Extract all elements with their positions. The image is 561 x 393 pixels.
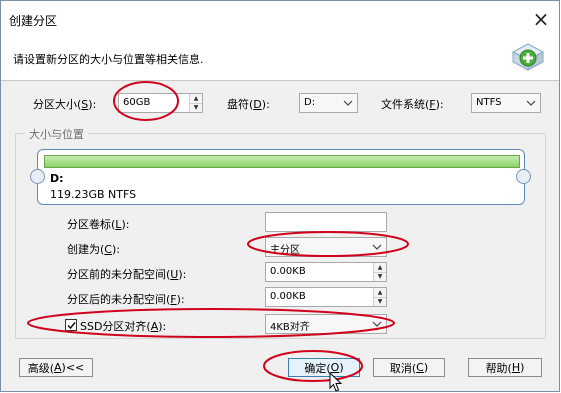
partition-bar xyxy=(44,155,520,168)
window-title: 创建分区 xyxy=(9,14,58,28)
free-before-value: 0.00KB xyxy=(270,266,306,277)
partition-size-info: 119.23GB NTFS xyxy=(50,188,137,201)
chevron-down-icon xyxy=(526,100,536,106)
mouse-cursor-icon xyxy=(329,372,343,392)
ssd-align-label: SSD分区对齐(A): xyxy=(80,320,167,333)
ssd-align-value: 4KB对齐 xyxy=(270,322,310,333)
partition-size-value: 60GB xyxy=(123,97,151,108)
partition-layout-card[interactable]: D: 119.23GB NTFS xyxy=(37,149,525,205)
drive-letter-label: 盘符(D): xyxy=(227,98,270,111)
free-before-stepper[interactable]: 0.00KB ▲ ▼ xyxy=(265,262,387,282)
left-resize-handle[interactable] xyxy=(30,169,45,184)
partition-name: D: xyxy=(50,172,64,185)
right-resize-handle[interactable] xyxy=(516,169,531,184)
cancel-button[interactable]: 取消(C) xyxy=(373,358,445,377)
create-as-label: 创建为(C): xyxy=(67,243,120,256)
header-description: 请设置新分区的大小与位置等相关信息. xyxy=(13,53,204,66)
title-bar: 创建分区 × xyxy=(1,1,559,35)
create-as-select[interactable]: 主分区 xyxy=(265,237,387,257)
spin-up-icon[interactable]: ▲ xyxy=(190,94,202,103)
ssd-align-checkbox[interactable] xyxy=(65,319,77,331)
dialog-header: 请设置新分区的大小与位置等相关信息. xyxy=(1,35,559,81)
drive-letter-value: D: xyxy=(304,97,316,108)
spin-down-icon[interactable]: ▼ xyxy=(374,271,386,281)
file-system-label: 文件系统(F): xyxy=(381,98,444,111)
spin-up-icon[interactable]: ▲ xyxy=(374,263,386,272)
free-after-value: 0.00KB xyxy=(270,291,306,302)
file-system-value: NTFS xyxy=(476,97,502,108)
drive-letter-select[interactable]: D: xyxy=(299,93,358,113)
free-after-stepper[interactable]: 0.00KB ▲ ▼ xyxy=(265,287,387,307)
advanced-button[interactable]: 高级(A)<< xyxy=(19,358,93,377)
close-button[interactable]: × xyxy=(523,5,559,33)
add-partition-icon xyxy=(511,43,545,71)
group-title: 大小与位置 xyxy=(25,126,88,142)
spin-up-icon[interactable]: ▲ xyxy=(374,288,386,297)
checkmark-icon xyxy=(67,322,76,330)
file-system-select[interactable]: NTFS xyxy=(471,93,541,113)
spin-down-icon[interactable]: ▼ xyxy=(374,296,386,306)
partition-size-stepper[interactable]: 60GB ▲ ▼ xyxy=(118,93,203,113)
create-as-value: 主分区 xyxy=(270,245,300,256)
free-before-label: 分区前的未分配空间(U): xyxy=(67,268,187,281)
chevron-down-icon xyxy=(372,244,382,250)
partition-size-label: 分区大小(S): xyxy=(33,98,97,111)
free-after-label: 分区后的未分配空间(F): xyxy=(67,293,185,306)
chevron-down-icon xyxy=(343,100,353,106)
close-icon: × xyxy=(532,7,550,31)
spin-down-icon[interactable]: ▼ xyxy=(190,102,202,112)
volume-label-label: 分区卷标(L): xyxy=(67,218,130,231)
volume-label-input[interactable] xyxy=(265,212,387,232)
ok-button[interactable]: 确定(O) xyxy=(288,358,360,377)
create-partition-dialog: 创建分区 × 请设置新分区的大小与位置等相关信息. 分区大小(S): 60GB … xyxy=(0,0,560,392)
chevron-down-icon xyxy=(372,321,382,327)
help-button[interactable]: 帮助(H) xyxy=(468,358,542,377)
ssd-align-select[interactable]: 4KB对齐 xyxy=(265,314,387,334)
